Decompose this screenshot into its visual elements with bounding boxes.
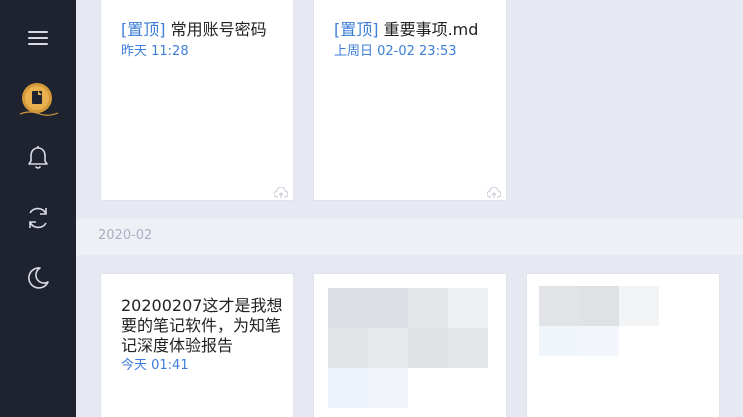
sync-icon[interactable] <box>18 198 58 238</box>
note-time: 今天 01:41 <box>121 358 189 373</box>
note-title-text: 重要事项.md <box>383 20 479 39</box>
note-card[interactable]: [置顶] 常用账号密码 昨天 11:28 <box>100 0 294 201</box>
note-time: 昨天 11:28 <box>121 44 189 59</box>
bell-icon[interactable] <box>18 138 58 178</box>
note-card[interactable]: 20200207这才是我想要的笔记软件，为知笔记深度体验报告 今天 01:41 <box>100 273 294 417</box>
pinned-tag: [置顶] <box>121 20 166 39</box>
date-section-header: 2020-02 <box>76 219 743 255</box>
note-title-text: 常用账号密码 <box>170 20 267 39</box>
note-time: 上周日 02-02 23:53 <box>334 44 457 59</box>
cloud-upload-icon <box>273 184 289 198</box>
cloud-upload-icon <box>486 184 502 198</box>
hamburger-menu-icon[interactable] <box>18 18 58 58</box>
blurred-thumbnail <box>328 288 488 412</box>
note-title: [置顶] 重要事项.md <box>334 19 494 41</box>
section-label: 2020-02 <box>98 228 153 243</box>
blurred-thumbnail <box>539 286 663 358</box>
note-card[interactable] <box>526 273 720 417</box>
note-title: 20200207这才是我想要的笔记软件，为知笔记深度体验报告 <box>121 296 283 355</box>
avatar[interactable] <box>18 80 60 122</box>
note-card[interactable]: [置顶] 重要事项.md 上周日 02-02 23:53 <box>313 0 507 201</box>
note-title: [置顶] 常用账号密码 <box>121 19 281 41</box>
moon-icon[interactable] <box>18 258 58 298</box>
pinned-tag: [置顶] <box>334 20 379 39</box>
note-card[interactable] <box>313 273 507 417</box>
note-list: [置顶] 常用账号密码 昨天 11:28 [置顶] 重要事项.md 上周日 02… <box>76 0 743 417</box>
sidebar <box>0 0 76 417</box>
